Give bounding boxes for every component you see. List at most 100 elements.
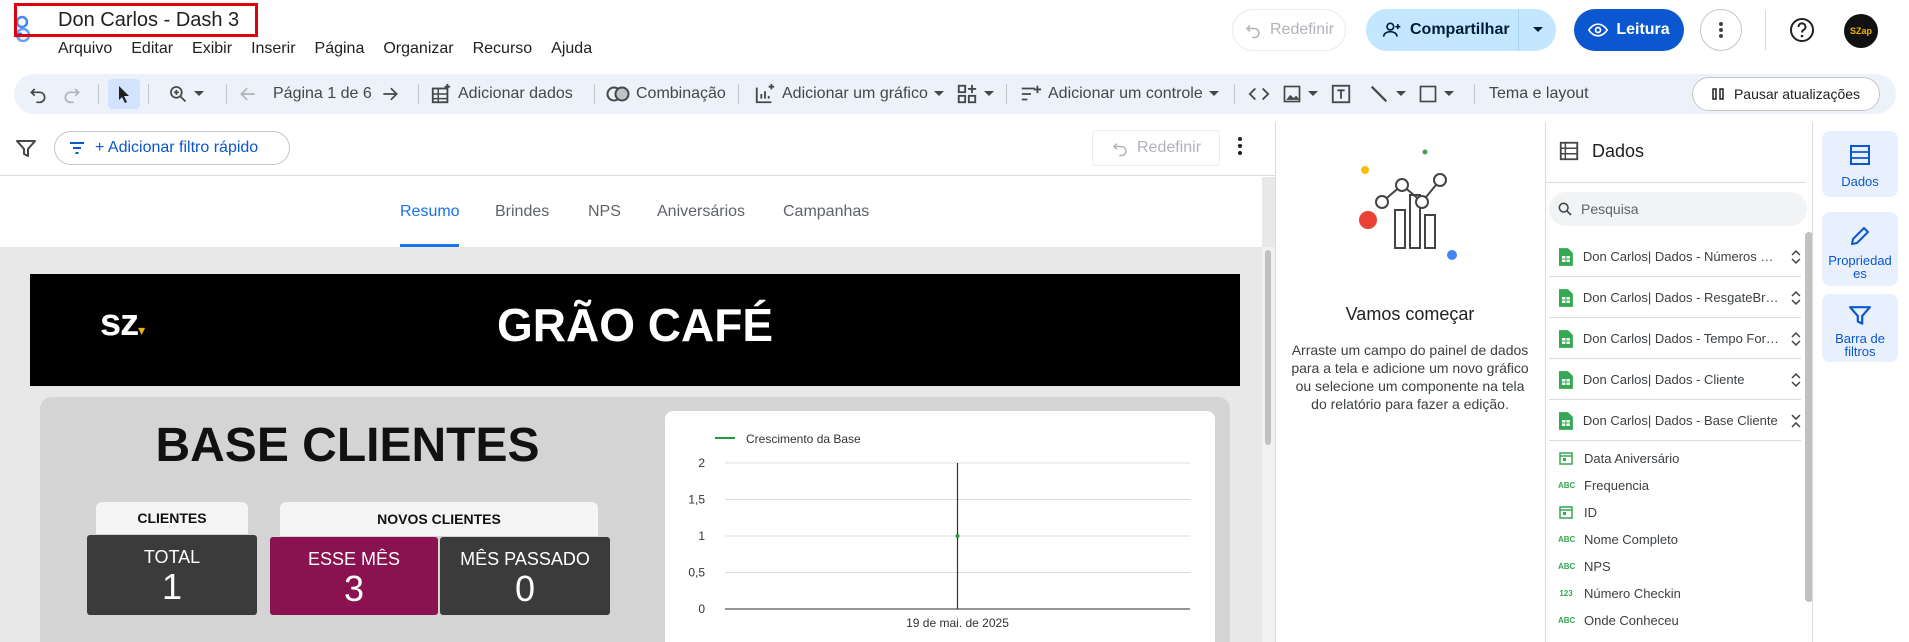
image-button[interactable] <box>1282 74 1318 114</box>
data-source-item[interactable]: Don Carlos| Dados - Cliente <box>1549 360 1801 400</box>
filter-icon[interactable] <box>16 140 36 158</box>
image-icon <box>1283 85 1301 103</box>
expand-icon[interactable] <box>1791 290 1801 305</box>
database-icon <box>1850 145 1870 165</box>
data-source-item[interactable]: Don Carlos| Dados - ResgateBrindes <box>1549 278 1801 318</box>
control-filter-icon <box>1021 85 1042 101</box>
data-panel-divider <box>1546 182 1806 183</box>
add-chart-button[interactable]: Adicionar um gráfico <box>754 74 944 114</box>
data-source-name: Don Carlos| Dados - Base Cliente <box>1582 413 1778 428</box>
filter-icon <box>1849 306 1871 325</box>
toolbar-divider <box>1474 84 1475 104</box>
getting-started-text: Arraste um campo do painel de dados para… <box>1291 342 1529 412</box>
growth-chart-card[interactable]: Crescimento da Base 0 0,5 1 1,5 2 19 de mai. … <box>665 411 1215 642</box>
add-data-button[interactable]: Adicionar dados <box>430 74 573 114</box>
sheets-icon <box>1559 247 1573 266</box>
menu-arquivo[interactable]: Arquivo <box>58 40 112 58</box>
blend-icon <box>606 86 630 102</box>
avatar[interactable]: SZap <box>1844 14 1878 48</box>
data-source-item[interactable]: Don Carlos| Dados - Números Cadastrados <box>1549 237 1801 277</box>
add-quick-filter-button[interactable]: + Adicionar filtro rápido <box>54 131 290 165</box>
data-field-item[interactable]: ABC Onde Conheceu <box>1558 609 1679 631</box>
embed-code-button[interactable] <box>1248 74 1270 114</box>
add-component-button[interactable] <box>956 74 994 114</box>
data-search-input[interactable]: Pesquisa <box>1549 192 1807 226</box>
data-field-item[interactable]: ABC Nome Completo <box>1558 528 1678 550</box>
add-control-button[interactable]: Adicionar um controle <box>1020 74 1219 114</box>
menu-pagina[interactable]: Página <box>315 40 365 58</box>
reset-filters-button[interactable]: Redefinir <box>1092 130 1220 166</box>
data-field-name: ID <box>1584 504 1597 520</box>
pause-updates-button[interactable]: Pausar atualizações <box>1692 77 1880 111</box>
rail-properties-button[interactable]: Propriedad es <box>1822 212 1898 286</box>
reset-button[interactable]: Redefinir <box>1232 9 1346 51</box>
blend-button[interactable]: Combinação <box>606 74 726 114</box>
kpi-this-month-label: ESSE MÊS <box>307 549 401 569</box>
data-field-item[interactable]: 123 Número Checkin <box>1558 582 1681 604</box>
expand-icon[interactable] <box>1791 372 1801 387</box>
database-icon <box>1559 141 1579 161</box>
kpi-total[interactable]: TOTAL 1 <box>87 535 257 615</box>
y-tick-label: 1 <box>698 529 705 543</box>
tab-brindes[interactable]: Brindes <box>495 203 549 221</box>
kpi-last-month[interactable]: MÊS PASSADO 0 <box>440 537 610 615</box>
expand-icon[interactable] <box>1791 249 1801 264</box>
line-button[interactable] <box>1368 74 1406 114</box>
data-field-item[interactable]: Data Aniversário <box>1558 447 1679 469</box>
document-title[interactable]: Don Carlos - Dash 3 <box>58 9 239 32</box>
data-panel-title: Dados <box>1592 140 1645 161</box>
toolbar: Página 1 de 6 Adicionar dados Combinação… <box>14 74 1896 114</box>
filter-list-icon <box>70 142 84 154</box>
tab-nps[interactable]: NPS <box>588 203 621 221</box>
page-indicator[interactable]: Página 1 de 6 <box>273 74 372 114</box>
menu-inserir[interactable]: Inserir <box>251 40 295 58</box>
canvas-scrollbar-thumb[interactable] <box>1265 250 1271 445</box>
add-quick-filter-label: + Adicionar filtro rápido <box>95 139 259 156</box>
caret-down-icon <box>984 91 994 96</box>
tab-aniversarios[interactable]: Aniversários <box>657 203 745 221</box>
shape-button[interactable] <box>1418 74 1454 114</box>
share-button[interactable]: Compartilhar <box>1366 9 1556 51</box>
sheets-icon <box>1559 329 1573 348</box>
expand-icon[interactable] <box>1791 331 1801 346</box>
collapse-icon[interactable] <box>1791 414 1801 428</box>
kpi-this-month[interactable]: ESSE MÊS 3 <box>270 537 438 615</box>
menu-exibir[interactable]: Exibir <box>192 40 232 58</box>
data-field-item[interactable]: ID <box>1558 501 1597 523</box>
data-field-name: Nome Completo <box>1584 531 1678 547</box>
more-options-button[interactable] <box>1700 9 1742 51</box>
tab-campanhas[interactable]: Campanhas <box>783 203 869 221</box>
menu-recurso[interactable]: Recurso <box>473 40 533 58</box>
menu-editar[interactable]: Editar <box>131 40 173 58</box>
theme-layout-button[interactable]: Tema e layout <box>1489 74 1589 114</box>
rail-data-button[interactable]: Dados <box>1822 131 1898 197</box>
data-source-item[interactable]: Don Carlos| Dados - Tempo Formulário <box>1549 319 1801 359</box>
help-icon[interactable] <box>1789 17 1815 43</box>
undo-button[interactable] <box>28 74 48 114</box>
undo-icon <box>30 88 46 104</box>
text-box-button[interactable] <box>1330 74 1352 114</box>
menu-ajuda[interactable]: Ajuda <box>551 40 592 58</box>
rail-filter-bar-button[interactable]: Barra de filtros <box>1822 294 1898 362</box>
share-dropdown-button[interactable] <box>1518 9 1556 51</box>
previous-page-button[interactable] <box>238 74 258 114</box>
caret-down-icon <box>933 91 944 96</box>
menu-organizar[interactable]: Organizar <box>383 40 453 58</box>
data-field-item[interactable]: ABC NPS <box>1558 555 1611 577</box>
tab-resumo[interactable]: Resumo <box>400 203 460 221</box>
caret-down-icon <box>1208 91 1219 96</box>
next-page-button[interactable] <box>380 74 400 114</box>
search-icon <box>1558 202 1572 216</box>
filter-more-icon[interactable] <box>1238 137 1242 155</box>
select-tool-button[interactable] <box>108 79 140 109</box>
toolbar-divider <box>1006 84 1007 104</box>
zoom-button[interactable] <box>168 74 204 114</box>
redo-button[interactable] <box>62 74 82 114</box>
data-field-item[interactable]: ABC Frequencia <box>1558 474 1649 496</box>
data-source-name: Don Carlos| Dados - Tempo Formulário <box>1582 331 1782 346</box>
pause-updates-label: Pausar atualizações <box>1733 86 1861 102</box>
data-source-name: Don Carlos| Dados - Números Cadastrados <box>1582 249 1781 264</box>
data-source-item[interactable]: Don Carlos| Dados - Base Cliente <box>1549 401 1801 441</box>
read-mode-button[interactable]: Leitura <box>1574 9 1684 51</box>
legend-label: Crescimento da Base <box>746 432 861 446</box>
